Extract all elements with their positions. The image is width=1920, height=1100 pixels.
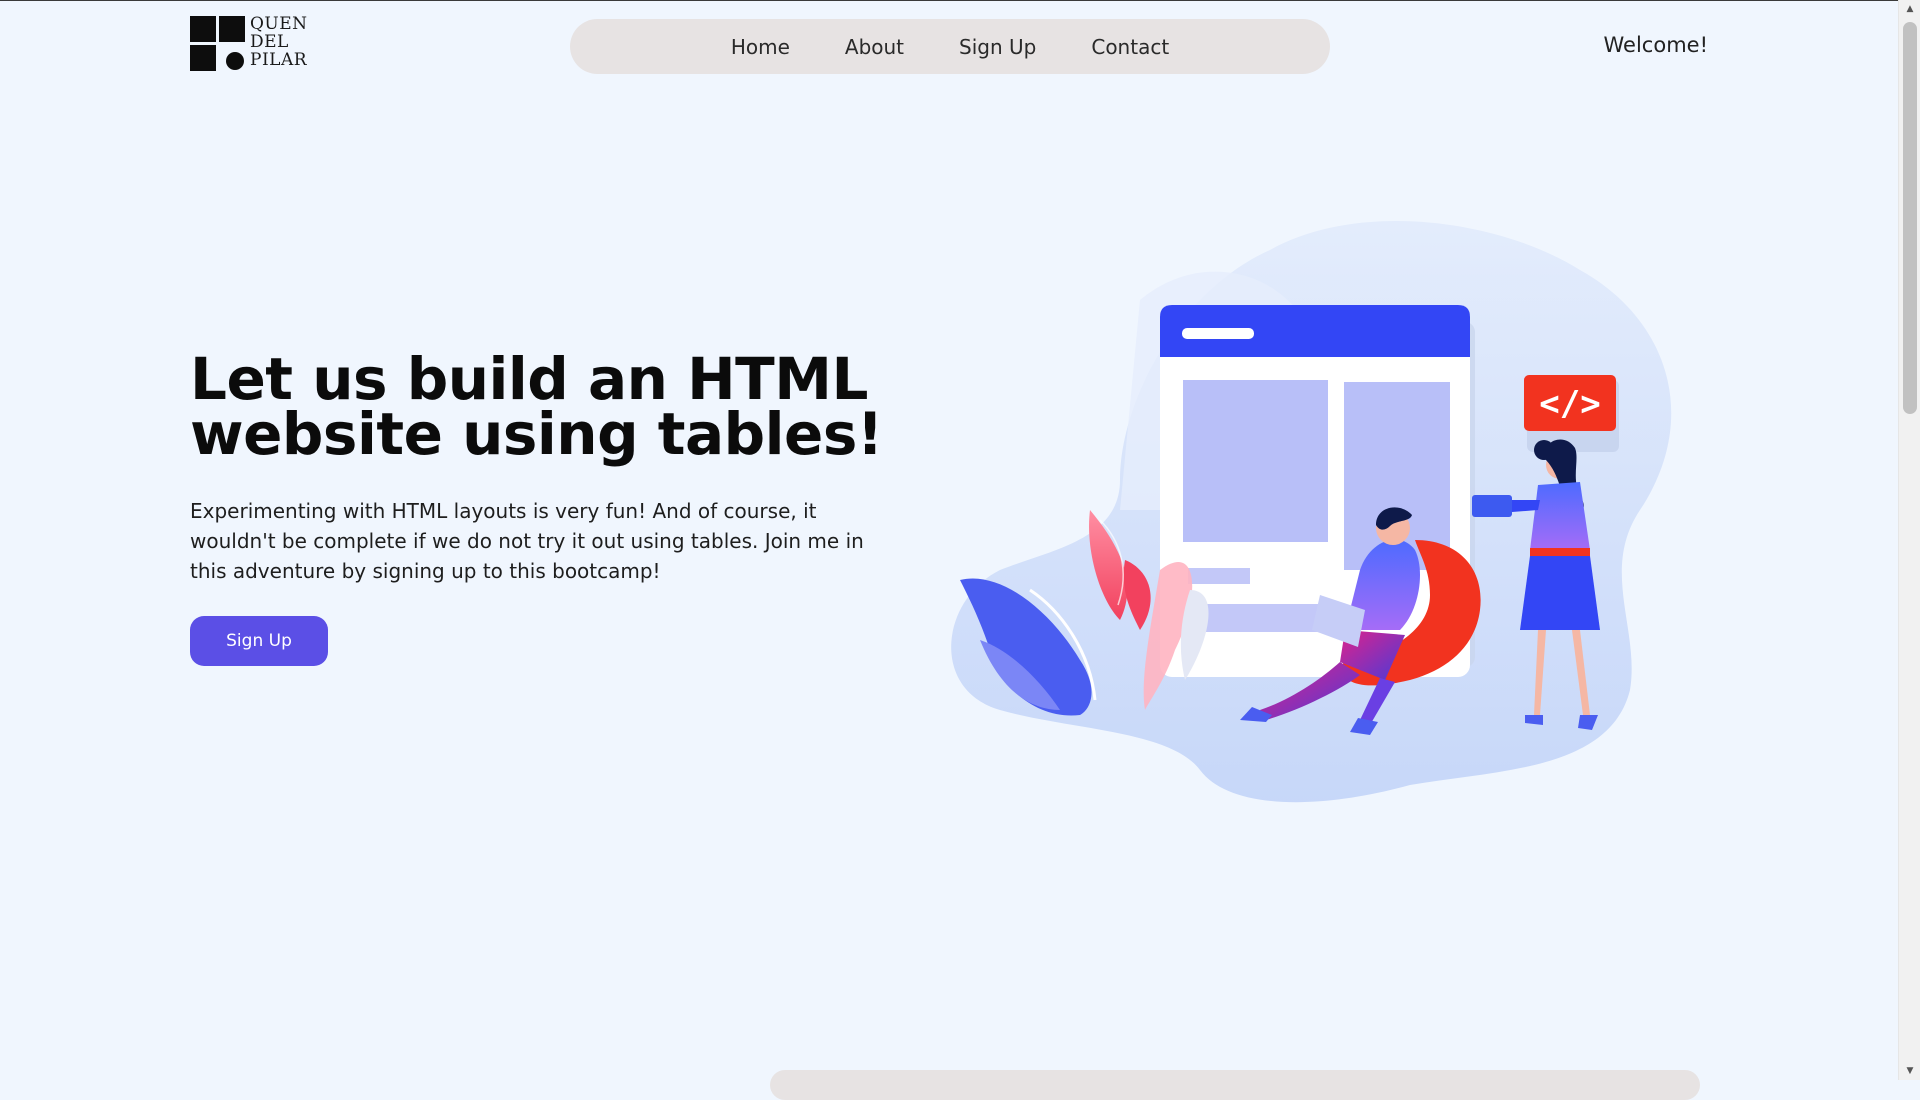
logo-square <box>190 45 216 71</box>
logo-line: DEL <box>250 32 289 52</box>
brand-logo[interactable]: QUEN DEL PILAR <box>190 15 320 72</box>
code-tag-icon: </> <box>1524 375 1619 452</box>
logo-square <box>219 16 245 42</box>
logo-line: QUEN <box>250 14 308 34</box>
nav-signup-link[interactable]: Sign Up <box>959 35 1036 59</box>
logo-wordmark: QUEN DEL PILAR <box>250 15 320 69</box>
hero-title: Let us build an HTML website using table… <box>190 345 883 468</box>
hero-illustration: </> <box>951 221 1672 803</box>
logo-dot <box>226 52 244 70</box>
main-nav: Home About Sign Up Contact <box>570 19 1330 74</box>
footer-nav-partial <box>770 1070 1700 1100</box>
scroll-thumb[interactable] <box>1903 22 1917 414</box>
nav-contact-link[interactable]: Contact <box>1091 35 1169 59</box>
window-top-border <box>0 0 1898 1</box>
scroll-down-arrow-icon[interactable]: ▼ <box>1899 1062 1920 1080</box>
hero-description: Experimenting with HTML layouts is very … <box>190 499 864 583</box>
nav-home-link[interactable]: Home <box>731 35 790 59</box>
signup-button[interactable]: Sign Up <box>190 616 328 666</box>
scroll-up-arrow-icon[interactable]: ▲ <box>1899 0 1920 18</box>
logo-square <box>190 16 216 42</box>
welcome-text: Welcome! <box>1603 33 1708 57</box>
logo-line: PILAR <box>250 50 308 70</box>
page-scrollbar[interactable]: ▲ ▼ <box>1898 0 1920 1080</box>
nav-about-link[interactable]: About <box>845 35 904 59</box>
code-badge-label: </> <box>1539 384 1600 424</box>
